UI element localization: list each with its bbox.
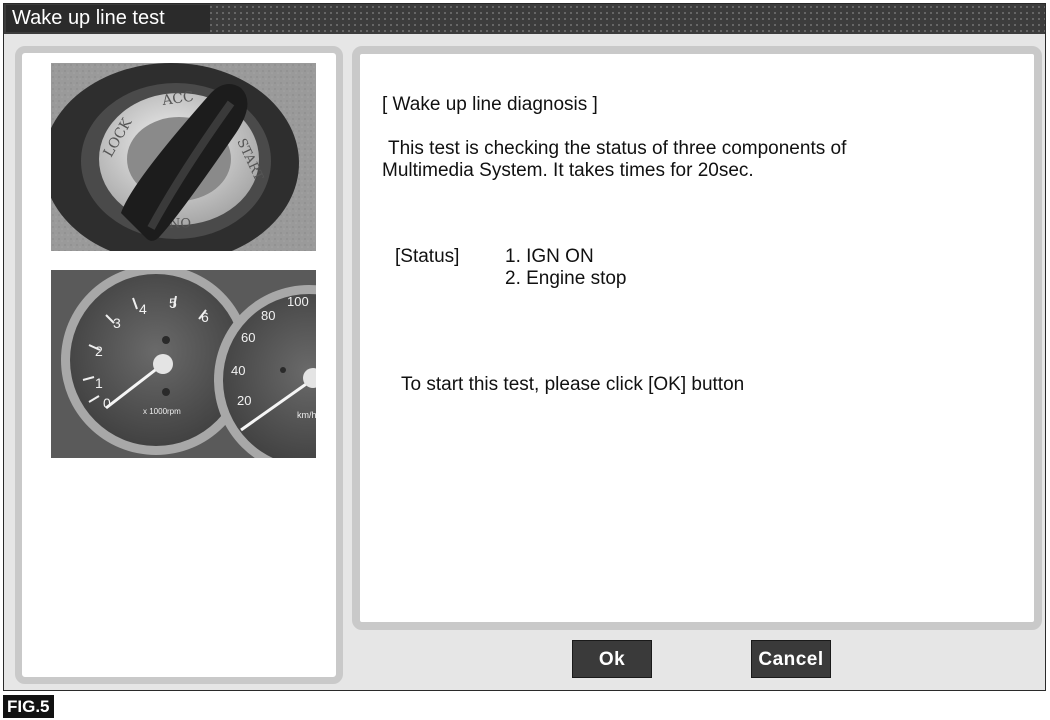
speedo-label-40: 40 bbox=[231, 363, 245, 378]
instrument-cluster-illustration: 0 1 2 3 4 5 6 x 1000rpm 20 40 60 80 100 … bbox=[51, 270, 316, 458]
ignition-switch-illustration: LOCK ACC START ON bbox=[51, 63, 316, 251]
speedo-label-20: 20 bbox=[237, 393, 251, 408]
speedo-label-80: 80 bbox=[261, 308, 275, 323]
info-panel: [ Wake up line diagnosis ] This test is … bbox=[352, 46, 1042, 630]
title-bar: Wake up line test bbox=[4, 4, 1045, 34]
ignition-switch-image: LOCK ACC START ON bbox=[51, 63, 316, 251]
status-item-engine-stop: 2. Engine stop bbox=[505, 268, 627, 289]
description-line-2: Multimedia System. It takes times for 20… bbox=[382, 160, 754, 181]
instrument-cluster-image: 0 1 2 3 4 5 6 x 1000rpm 20 40 60 80 100 … bbox=[51, 270, 316, 458]
tach-label-4: 4 bbox=[139, 301, 147, 317]
dialog-window: Wake up line test LOCK ACC START ON 0 1 … bbox=[3, 3, 1046, 691]
figure-label: FIG.5 bbox=[3, 695, 54, 718]
status-item-ign-on: 1. IGN ON bbox=[505, 246, 594, 267]
ok-button[interactable]: Ok bbox=[572, 640, 652, 678]
window-title: Wake up line test bbox=[6, 5, 210, 32]
description-line-1: This test is checking the status of thre… bbox=[388, 138, 847, 159]
diagnosis-heading: [ Wake up line diagnosis ] bbox=[382, 94, 598, 115]
status-label: [Status] bbox=[395, 246, 460, 267]
tach-label-5: 5 bbox=[169, 295, 177, 311]
tach-unit-label: x 1000rpm bbox=[143, 407, 181, 416]
speedo-unit-label: km/h bbox=[297, 410, 316, 420]
start-instruction: To start this test, please click [OK] bu… bbox=[401, 374, 745, 395]
speedo-label-100: 100 bbox=[287, 294, 309, 309]
speedo-label-60: 60 bbox=[241, 330, 255, 345]
tach-label-3: 3 bbox=[113, 315, 121, 331]
image-panel: LOCK ACC START ON 0 1 2 3 4 5 6 x 1000rp… bbox=[15, 46, 343, 684]
tach-label-2: 2 bbox=[95, 343, 103, 359]
tach-label-1: 1 bbox=[95, 375, 103, 391]
tach-label-6: 6 bbox=[201, 309, 209, 325]
cancel-button[interactable]: Cancel bbox=[751, 640, 831, 678]
